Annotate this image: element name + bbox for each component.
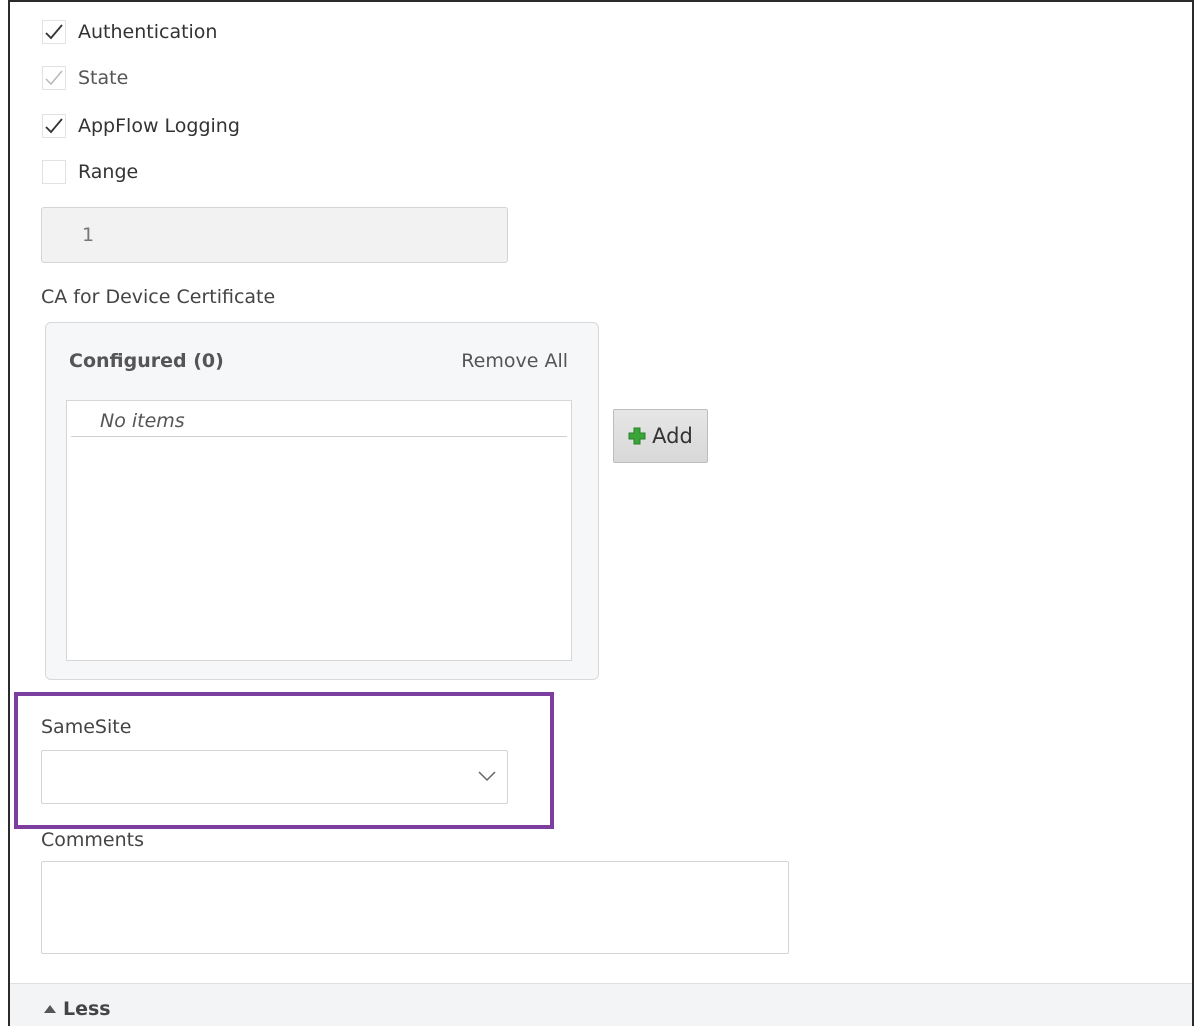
appflow-logging-checkbox[interactable] xyxy=(42,114,66,138)
range-number-input[interactable]: 1 xyxy=(41,207,508,263)
samesite-select[interactable] xyxy=(41,750,508,804)
checkmark-icon xyxy=(45,24,63,40)
chevron-down-icon xyxy=(477,768,497,784)
appflow-logging-option[interactable]: AppFlow Logging xyxy=(42,114,240,138)
checkmark-icon xyxy=(45,70,63,86)
configured-title: Configured (0) xyxy=(69,350,224,372)
ca-configured-panel: Configured (0) Remove All No items xyxy=(45,322,599,680)
footer-bar: Less xyxy=(10,983,1192,1026)
less-toggle[interactable]: Less xyxy=(43,998,111,1020)
state-option[interactable]: State xyxy=(42,66,128,90)
comments-textarea[interactable] xyxy=(41,861,789,954)
add-button[interactable]: Add xyxy=(613,409,708,463)
authentication-checkbox[interactable] xyxy=(42,20,66,44)
comments-label: Comments xyxy=(41,829,144,851)
remove-all-link[interactable]: Remove All xyxy=(461,350,568,372)
authentication-label: Authentication xyxy=(78,21,218,43)
empty-list-text: No items xyxy=(71,401,567,437)
checkmark-icon xyxy=(45,118,63,134)
range-option[interactable]: Range xyxy=(42,160,138,184)
samesite-label: SameSite xyxy=(41,716,132,738)
configured-list: No items xyxy=(66,400,572,661)
authentication-option[interactable]: Authentication xyxy=(42,20,217,44)
range-checkbox[interactable] xyxy=(42,160,66,184)
caret-up-icon xyxy=(43,1004,57,1014)
less-label: Less xyxy=(63,998,111,1020)
add-button-label: Add xyxy=(652,424,693,448)
plus-icon xyxy=(628,427,646,445)
state-checkbox[interactable] xyxy=(42,66,66,90)
ca-device-certificate-label: CA for Device Certificate xyxy=(41,286,276,308)
range-label: Range xyxy=(78,161,139,183)
appflow-logging-label: AppFlow Logging xyxy=(78,115,240,137)
state-label: State xyxy=(78,67,129,89)
